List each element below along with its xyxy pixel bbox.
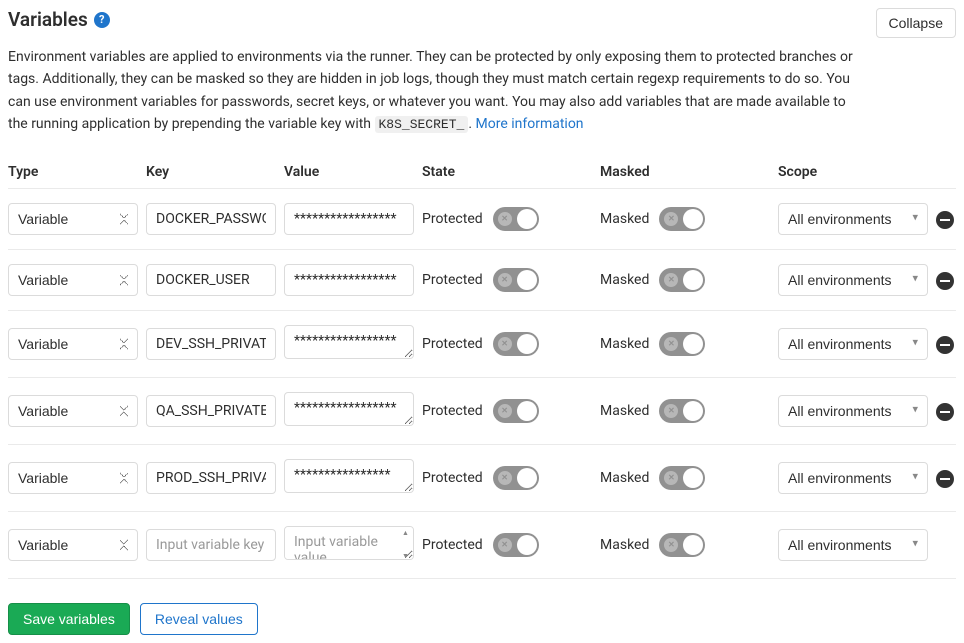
type-select[interactable]: Variable [8,395,138,427]
masked-toggle[interactable] [659,466,705,490]
table-row: Variable Protected Masked All environments [8,310,956,377]
table-row: Variable Protected Masked All environments [8,377,956,444]
help-icon[interactable]: ? [94,12,110,28]
masked-toggle[interactable] [659,399,705,423]
key-input[interactable] [146,462,276,494]
section-description: Environment variables are applied to env… [8,46,858,136]
key-input[interactable] [146,395,276,427]
key-input[interactable] [146,529,276,561]
masked-label: Masked [600,537,649,553]
protected-label: Protected [422,470,483,486]
protected-toggle[interactable] [493,466,539,490]
table-row: Variable Protected Masked All environments [8,188,956,249]
scope-select[interactable]: All environments [778,462,928,494]
scope-select[interactable]: All environments [778,264,928,296]
description-code: K8S_SECRET_ [375,116,469,133]
col-type: Type [8,164,138,180]
key-input[interactable] [146,328,276,360]
protected-label: Protected [422,211,483,227]
table-row: Variable Protected Masked All environments [8,249,956,310]
type-select[interactable]: Variable [8,529,138,561]
table-row: Variable Protected Masked All environments [8,444,956,511]
col-key: Key [146,164,276,180]
masked-toggle[interactable] [659,207,705,231]
value-input[interactable] [284,526,414,560]
variables-table: Type Key Value State Masked Scope Variab… [8,156,956,579]
scope-select[interactable]: All environments [778,529,928,561]
masked-toggle[interactable] [659,268,705,292]
masked-label: Masked [600,272,649,288]
type-select[interactable]: Variable [8,203,138,235]
key-input[interactable] [146,264,276,296]
protected-toggle[interactable] [493,268,539,292]
collapse-button[interactable]: Collapse [876,8,956,38]
protected-toggle[interactable] [493,399,539,423]
type-select[interactable]: Variable [8,328,138,360]
description-text-after: . [468,116,475,132]
more-information-link[interactable]: More information [476,116,584,132]
col-masked: Masked [600,164,770,180]
masked-label: Masked [600,403,649,419]
masked-toggle[interactable] [659,332,705,356]
table-row: Variable▲▼ProtectedMaskedAll environment… [8,511,956,579]
protected-label: Protected [422,272,483,288]
save-variables-button[interactable]: Save variables [8,603,130,635]
remove-row-button[interactable] [936,470,954,488]
section-title: Variables [8,8,88,31]
col-value: Value [284,164,414,180]
remove-row-button[interactable] [936,272,954,290]
value-input[interactable] [284,325,414,359]
remove-row-button[interactable] [936,403,954,421]
value-input[interactable] [284,203,414,235]
col-scope: Scope [778,164,928,180]
key-input[interactable] [146,203,276,235]
masked-label: Masked [600,336,649,352]
type-select[interactable]: Variable [8,462,138,494]
reveal-values-button[interactable]: Reveal values [140,603,258,635]
protected-toggle[interactable] [493,533,539,557]
value-input[interactable] [284,264,414,296]
protected-label: Protected [422,537,483,553]
masked-label: Masked [600,470,649,486]
masked-label: Masked [600,211,649,227]
scope-select[interactable]: All environments [778,203,928,235]
scope-select[interactable]: All environments [778,395,928,427]
remove-row-button[interactable] [936,336,954,354]
col-state: State [422,164,592,180]
value-input[interactable] [284,392,414,426]
protected-label: Protected [422,336,483,352]
remove-row-button[interactable] [936,211,954,229]
scope-select[interactable]: All environments [778,328,928,360]
type-select[interactable]: Variable [8,264,138,296]
value-input[interactable] [284,459,414,493]
masked-toggle[interactable] [659,533,705,557]
protected-toggle[interactable] [493,207,539,231]
table-header: Type Key Value State Masked Scope [8,156,956,188]
protected-toggle[interactable] [493,332,539,356]
protected-label: Protected [422,403,483,419]
